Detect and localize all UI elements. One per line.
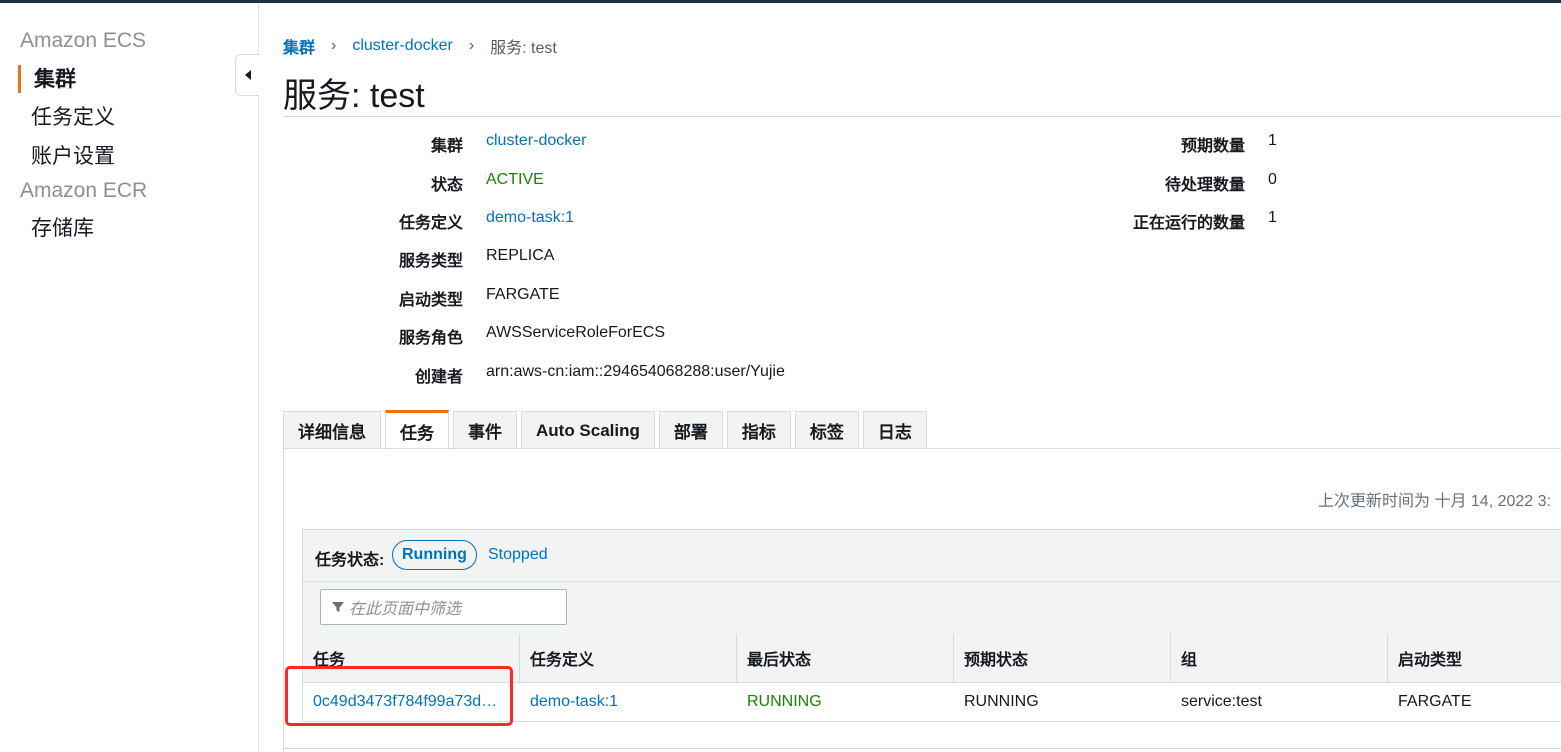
chevron-right-icon: ›	[331, 37, 337, 54]
column-header-last-status[interactable]: 最后状态	[737, 634, 954, 682]
column-header-launch-type[interactable]: 启动类型	[1388, 634, 1561, 682]
sidebar-active-indicator	[18, 65, 21, 93]
detail-value-task-definition-link[interactable]: demo-task:1	[486, 209, 574, 227]
last-updated-text: 上次更新时间为 十月 14, 2022 3:	[1318, 493, 1551, 510]
tab-bar: 详细信息 任务 事件 Auto Scaling 部署 指标 标签 日志	[283, 410, 931, 450]
detail-value-pending-count: 0	[1268, 171, 1277, 188]
breadcrumb-clusters-link[interactable]: 集群	[283, 34, 315, 58]
tab-tasks[interactable]: 任务	[385, 410, 449, 450]
panel-border	[283, 448, 284, 752]
sidebar-section-ecr[interactable]: Amazon ECR	[20, 179, 147, 203]
filter-placeholder: 在此页面中筛选	[349, 601, 462, 618]
table-row: 0c49d3473f784f99a73d… demo-task:1 RUNNIN…	[303, 683, 1561, 721]
detail-value-service-type: REPLICA	[486, 247, 555, 264]
sidebar-item-repositories[interactable]: 存储库	[31, 212, 94, 242]
tab-details[interactable]: 详细信息	[283, 411, 381, 449]
filter-row: 在此页面中筛选	[303, 582, 1561, 633]
divider	[283, 116, 1561, 117]
task-status-filter-bar: 任务状态: Running Stopped	[303, 530, 1561, 582]
task-id-link[interactable]: 0c49d3473f784f99a73d…	[303, 683, 513, 721]
column-header-task[interactable]: 任务	[303, 634, 520, 682]
detail-label-task-definition: 任务定义	[398, 215, 463, 232]
filter-icon	[332, 602, 344, 612]
detail-label-service-type: 服务类型	[398, 253, 463, 270]
breadcrumb: 集群 › cluster-docker › 服务: test	[283, 34, 557, 58]
tab-tags[interactable]: 标签	[794, 411, 859, 449]
sidebar-item-account-settings[interactable]: 账户设置	[31, 140, 115, 170]
group-cell: service:test	[1181, 693, 1262, 710]
detail-value-service-role: AWSServiceRoleForECS	[486, 324, 666, 341]
detail-label-running-count: 正在运行的数量	[1132, 215, 1245, 232]
tab-metrics[interactable]: 指标	[726, 411, 791, 449]
detail-value-running-count: 1	[1268, 209, 1277, 226]
column-header-task-definition[interactable]: 任务定义	[520, 634, 737, 682]
breadcrumb-cluster-link[interactable]: cluster-docker	[352, 37, 452, 55]
page-title: 服务: test	[283, 77, 425, 115]
detail-label-service-role: 服务角色	[398, 330, 463, 347]
detail-label-desired-count: 预期数量	[1180, 138, 1245, 155]
desired-status-cell: RUNNING	[964, 693, 1039, 710]
tab-deployments[interactable]: 部署	[658, 411, 723, 449]
chevron-left-icon	[244, 70, 251, 80]
detail-label-created-by: 创建者	[414, 369, 463, 386]
detail-label-status: 状态	[430, 177, 463, 194]
sidebar-item-clusters[interactable]: 集群	[34, 63, 76, 93]
detail-value-cluster-link[interactable]: cluster-docker	[486, 132, 586, 150]
detail-value-status: ACTIVE	[486, 171, 544, 188]
detail-value-desired-count: 1	[1268, 132, 1277, 149]
sidebar-section-ecs[interactable]: Amazon ECS	[20, 29, 146, 53]
last-status-cell: RUNNING	[747, 693, 822, 710]
column-header-group[interactable]: 组	[1171, 634, 1388, 682]
sidebar: Amazon ECS 集群 任务定义 账户设置 Amazon ECR 存储库	[0, 3, 259, 752]
detail-label-launch-type: 启动类型	[398, 292, 463, 309]
launch-type-cell: FARGATE	[1398, 693, 1472, 710]
detail-label-pending-count: 待处理数量	[1164, 177, 1245, 194]
tasks-table-container: 任务状态: Running Stopped 在此页面中筛选 任务 任务定义 最后…	[302, 529, 1561, 722]
divider	[283, 448, 1561, 449]
task-definition-link[interactable]: demo-task:1	[520, 683, 737, 721]
detail-value-launch-type: FARGATE	[486, 286, 560, 303]
tab-events[interactable]: 事件	[453, 411, 517, 449]
tab-logs[interactable]: 日志	[862, 411, 927, 449]
tab-auto-scaling[interactable]: Auto Scaling	[521, 411, 655, 449]
detail-label-cluster: 集群	[430, 138, 463, 155]
column-header-desired-status[interactable]: 预期状态	[954, 634, 1171, 682]
sidebar-collapse-button[interactable]	[235, 54, 259, 96]
task-status-label: 任务状态:	[315, 552, 385, 569]
breadcrumb-current: 服务: test	[490, 40, 557, 57]
task-status-running-toggle[interactable]: Running	[392, 540, 477, 570]
sidebar-item-task-definitions[interactable]: 任务定义	[31, 101, 115, 131]
divider	[283, 748, 1561, 749]
filter-input[interactable]: 在此页面中筛选	[320, 589, 567, 625]
detail-value-created-by: arn:aws-cn:iam::294654068288:user/Yujie	[486, 363, 785, 380]
task-status-stopped-toggle[interactable]: Stopped	[488, 546, 548, 564]
chevron-right-icon: ›	[468, 37, 475, 54]
table-header: 任务 任务定义 最后状态 预期状态 组 启动类型	[303, 633, 1561, 683]
